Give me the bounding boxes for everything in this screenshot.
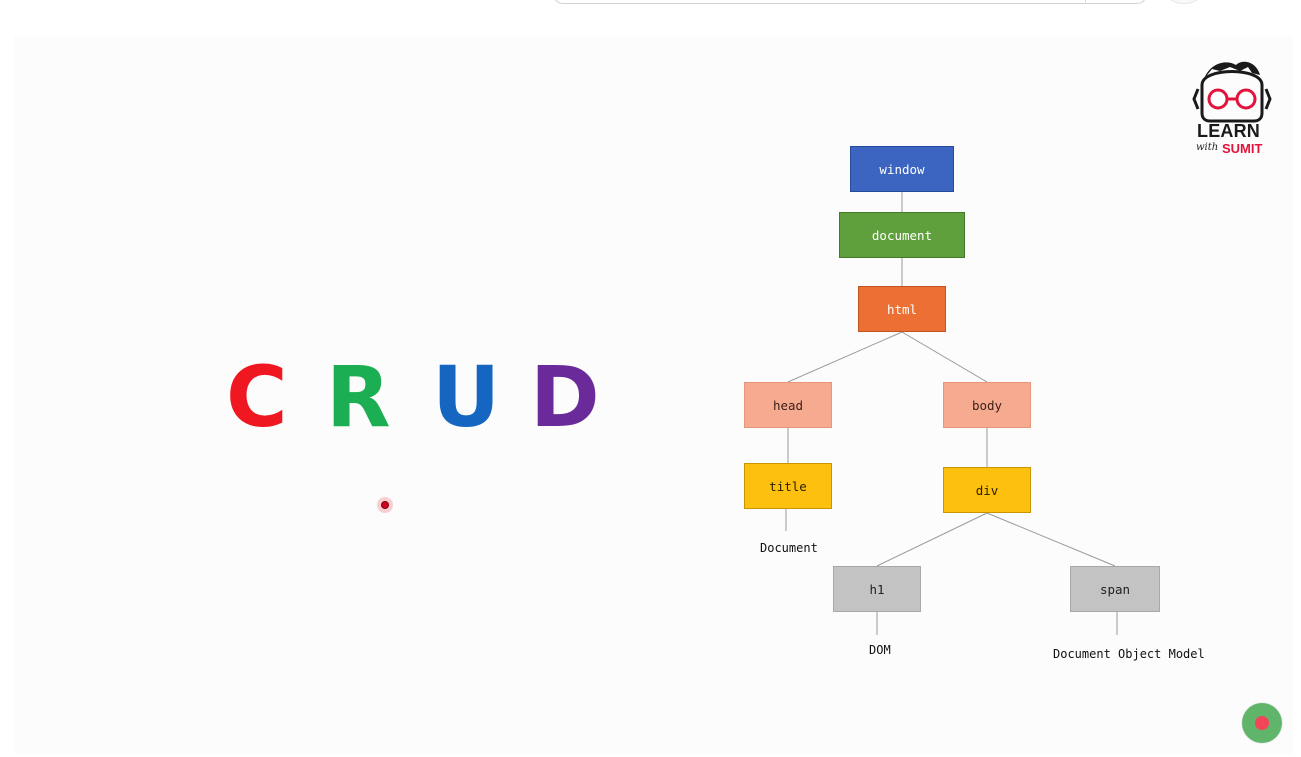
node-title: title bbox=[744, 463, 832, 509]
node-span: span bbox=[1070, 566, 1160, 612]
edge-div-h1 bbox=[876, 512, 988, 567]
edge-html-head bbox=[787, 331, 903, 383]
node-window: window bbox=[850, 146, 954, 192]
logo-learn-text: LEARN bbox=[1197, 121, 1260, 141]
edge-div-span bbox=[986, 512, 1116, 567]
leaf-h1-text: DOM bbox=[869, 643, 891, 657]
edge-html-body bbox=[901, 331, 988, 383]
node-h1: h1 bbox=[833, 566, 921, 612]
logo-with-text: with bbox=[1196, 142, 1219, 153]
record-button[interactable] bbox=[1242, 703, 1282, 743]
logo-sumit-text: SUMIT bbox=[1222, 141, 1263, 156]
leaf-span-text: Document Object Model bbox=[1053, 647, 1205, 661]
node-document: document bbox=[839, 212, 965, 258]
node-body: body bbox=[943, 382, 1031, 428]
node-head: head bbox=[744, 382, 832, 428]
dom-tree-connectors bbox=[785, 192, 1118, 635]
node-html: html bbox=[858, 286, 946, 332]
node-div: div bbox=[943, 467, 1031, 513]
leaf-title-text: Document bbox=[760, 541, 818, 555]
